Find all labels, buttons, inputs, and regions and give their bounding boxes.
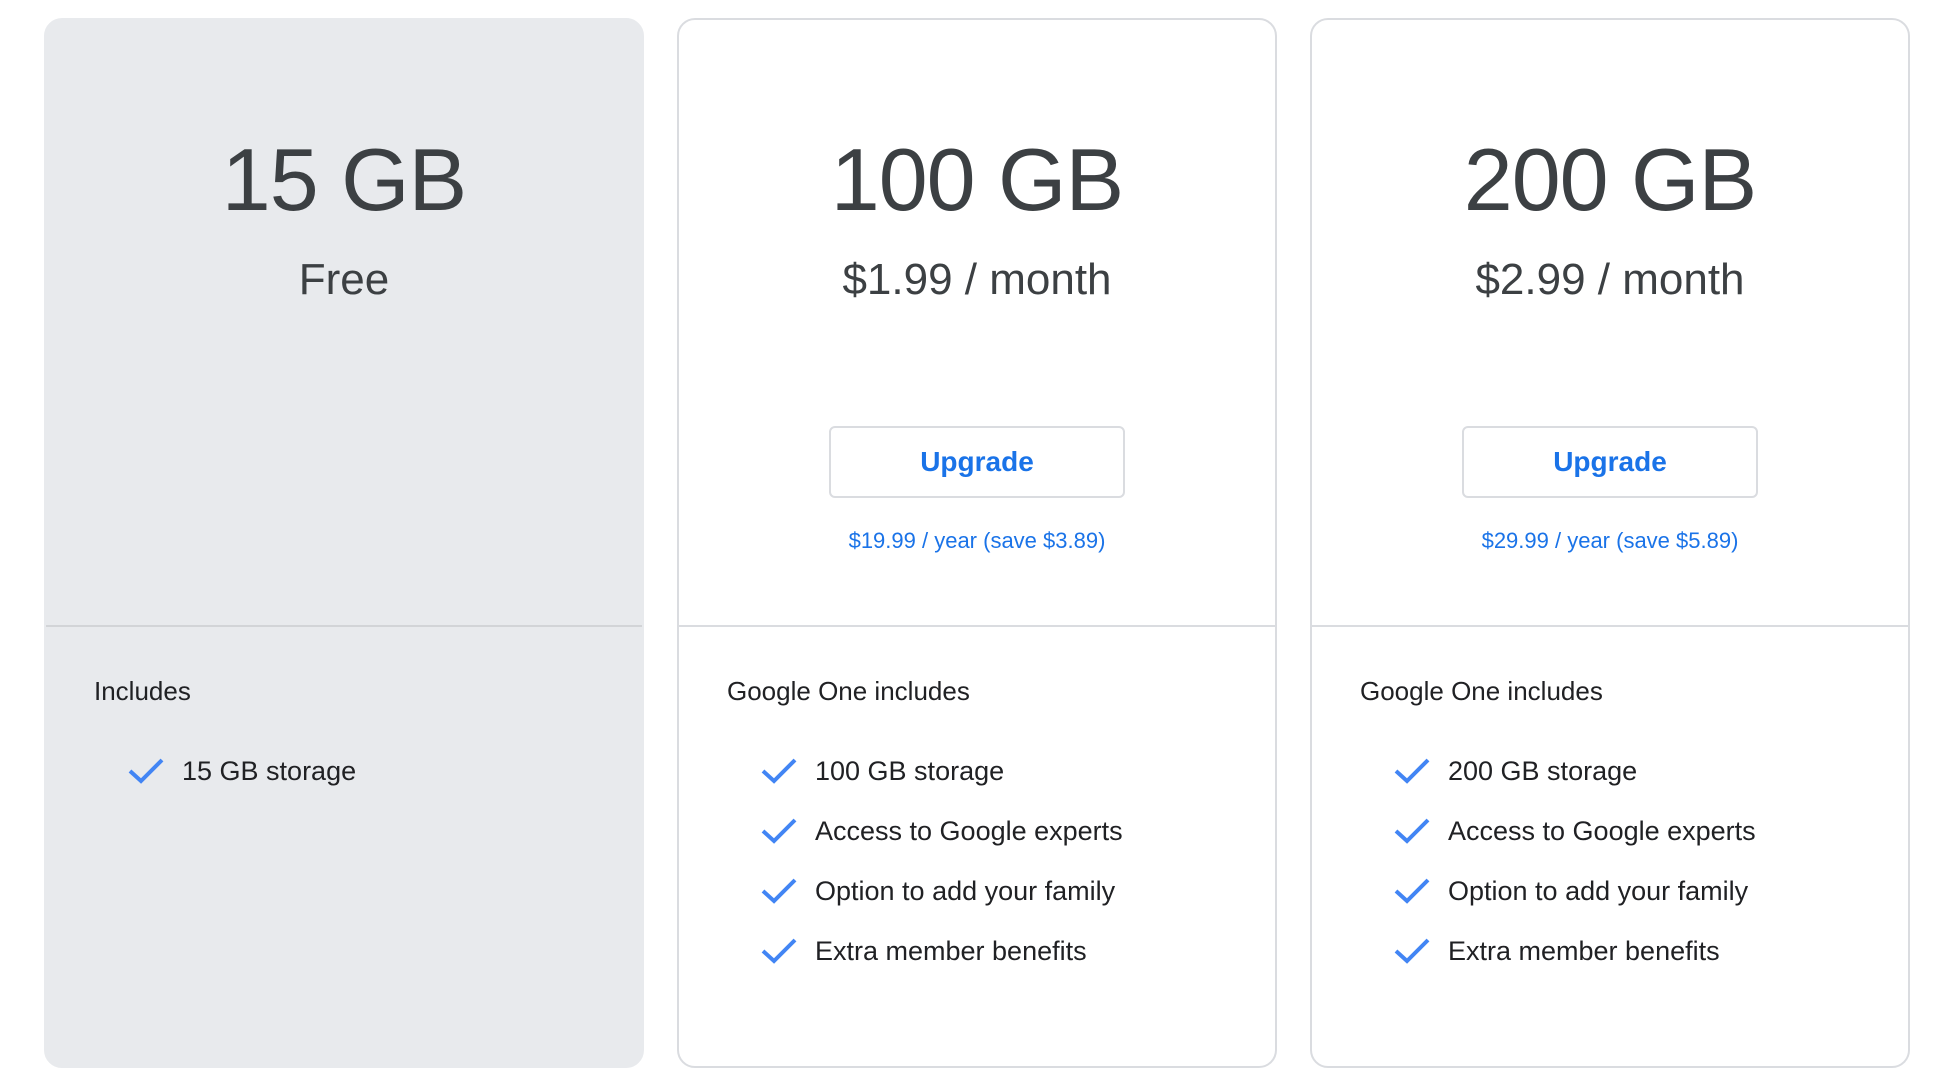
plan-header: 15 GB Free <box>46 20 642 627</box>
upgrade-button[interactable]: Upgrade <box>1462 426 1758 498</box>
check-icon <box>128 758 164 784</box>
feature-label: Option to add your family <box>815 875 1116 906</box>
upgrade-button[interactable]: Upgrade <box>829 426 1125 498</box>
annual-plan-link[interactable]: $29.99 / year (save $5.89) <box>1312 528 1908 554</box>
plan-price: $2.99 / month <box>1475 255 1745 304</box>
feature-list: 100 GB storage Access to Google experts … <box>727 741 1275 981</box>
plan-price: Free <box>298 255 390 304</box>
includes-title: Google One includes <box>1360 676 1603 706</box>
feature-label: Access to Google experts <box>1448 815 1756 846</box>
feature-item: Option to add your family <box>1392 861 1908 921</box>
plan-includes: Includes 15 GB storage <box>46 627 642 801</box>
feature-item: Option to add your family <box>759 861 1275 921</box>
feature-item: Extra member benefits <box>759 921 1275 981</box>
includes-title: Includes <box>94 676 191 706</box>
feature-label: Option to add your family <box>1448 875 1749 906</box>
check-icon <box>761 878 797 904</box>
plan-card-100gb: 100 GB $1.99 / month Upgrade $19.99 / ye… <box>677 18 1277 1068</box>
feature-list: 15 GB storage <box>94 741 642 801</box>
includes-title: Google One includes <box>727 676 970 706</box>
feature-label: 200 GB storage <box>1448 755 1638 786</box>
check-icon <box>1394 758 1430 784</box>
feature-item: 100 GB storage <box>759 741 1275 801</box>
feature-item: Access to Google experts <box>759 801 1275 861</box>
feature-item: Extra member benefits <box>1392 921 1908 981</box>
feature-label: Extra member benefits <box>1448 935 1720 966</box>
feature-list: 200 GB storage Access to Google experts … <box>1360 741 1908 981</box>
plan-storage: 200 GB <box>1463 130 1757 229</box>
check-icon <box>1394 878 1430 904</box>
check-icon <box>761 818 797 844</box>
plan-header: 200 GB $2.99 / month Upgrade $29.99 / ye… <box>1312 20 1908 627</box>
feature-label: Access to Google experts <box>815 815 1123 846</box>
plan-card-200gb: 200 GB $2.99 / month Upgrade $29.99 / ye… <box>1310 18 1910 1068</box>
check-icon <box>1394 818 1430 844</box>
plan-price: $1.99 / month <box>842 255 1112 304</box>
plan-includes: Google One includes 100 GB storage Acces… <box>679 627 1275 981</box>
annual-plan-link[interactable]: $19.99 / year (save $3.89) <box>679 528 1275 554</box>
feature-item: Access to Google experts <box>1392 801 1908 861</box>
feature-label: 15 GB storage <box>182 755 357 786</box>
feature-item: 200 GB storage <box>1392 741 1908 801</box>
plan-header: 100 GB $1.99 / month Upgrade $19.99 / ye… <box>679 20 1275 627</box>
check-icon <box>1394 938 1430 964</box>
check-icon <box>761 938 797 964</box>
plan-card-15gb: 15 GB Free Includes 15 GB storage <box>44 18 644 1068</box>
storage-plans: 15 GB Free Includes 15 GB storage 100 GB… <box>44 18 1910 1068</box>
plan-storage: 15 GB <box>221 130 467 229</box>
plan-includes: Google One includes 200 GB storage Acces… <box>1312 627 1908 981</box>
feature-label: 100 GB storage <box>815 755 1005 786</box>
feature-label: Extra member benefits <box>815 935 1087 966</box>
plan-storage: 100 GB <box>830 130 1124 229</box>
check-icon <box>761 758 797 784</box>
feature-item: 15 GB storage <box>126 741 642 801</box>
